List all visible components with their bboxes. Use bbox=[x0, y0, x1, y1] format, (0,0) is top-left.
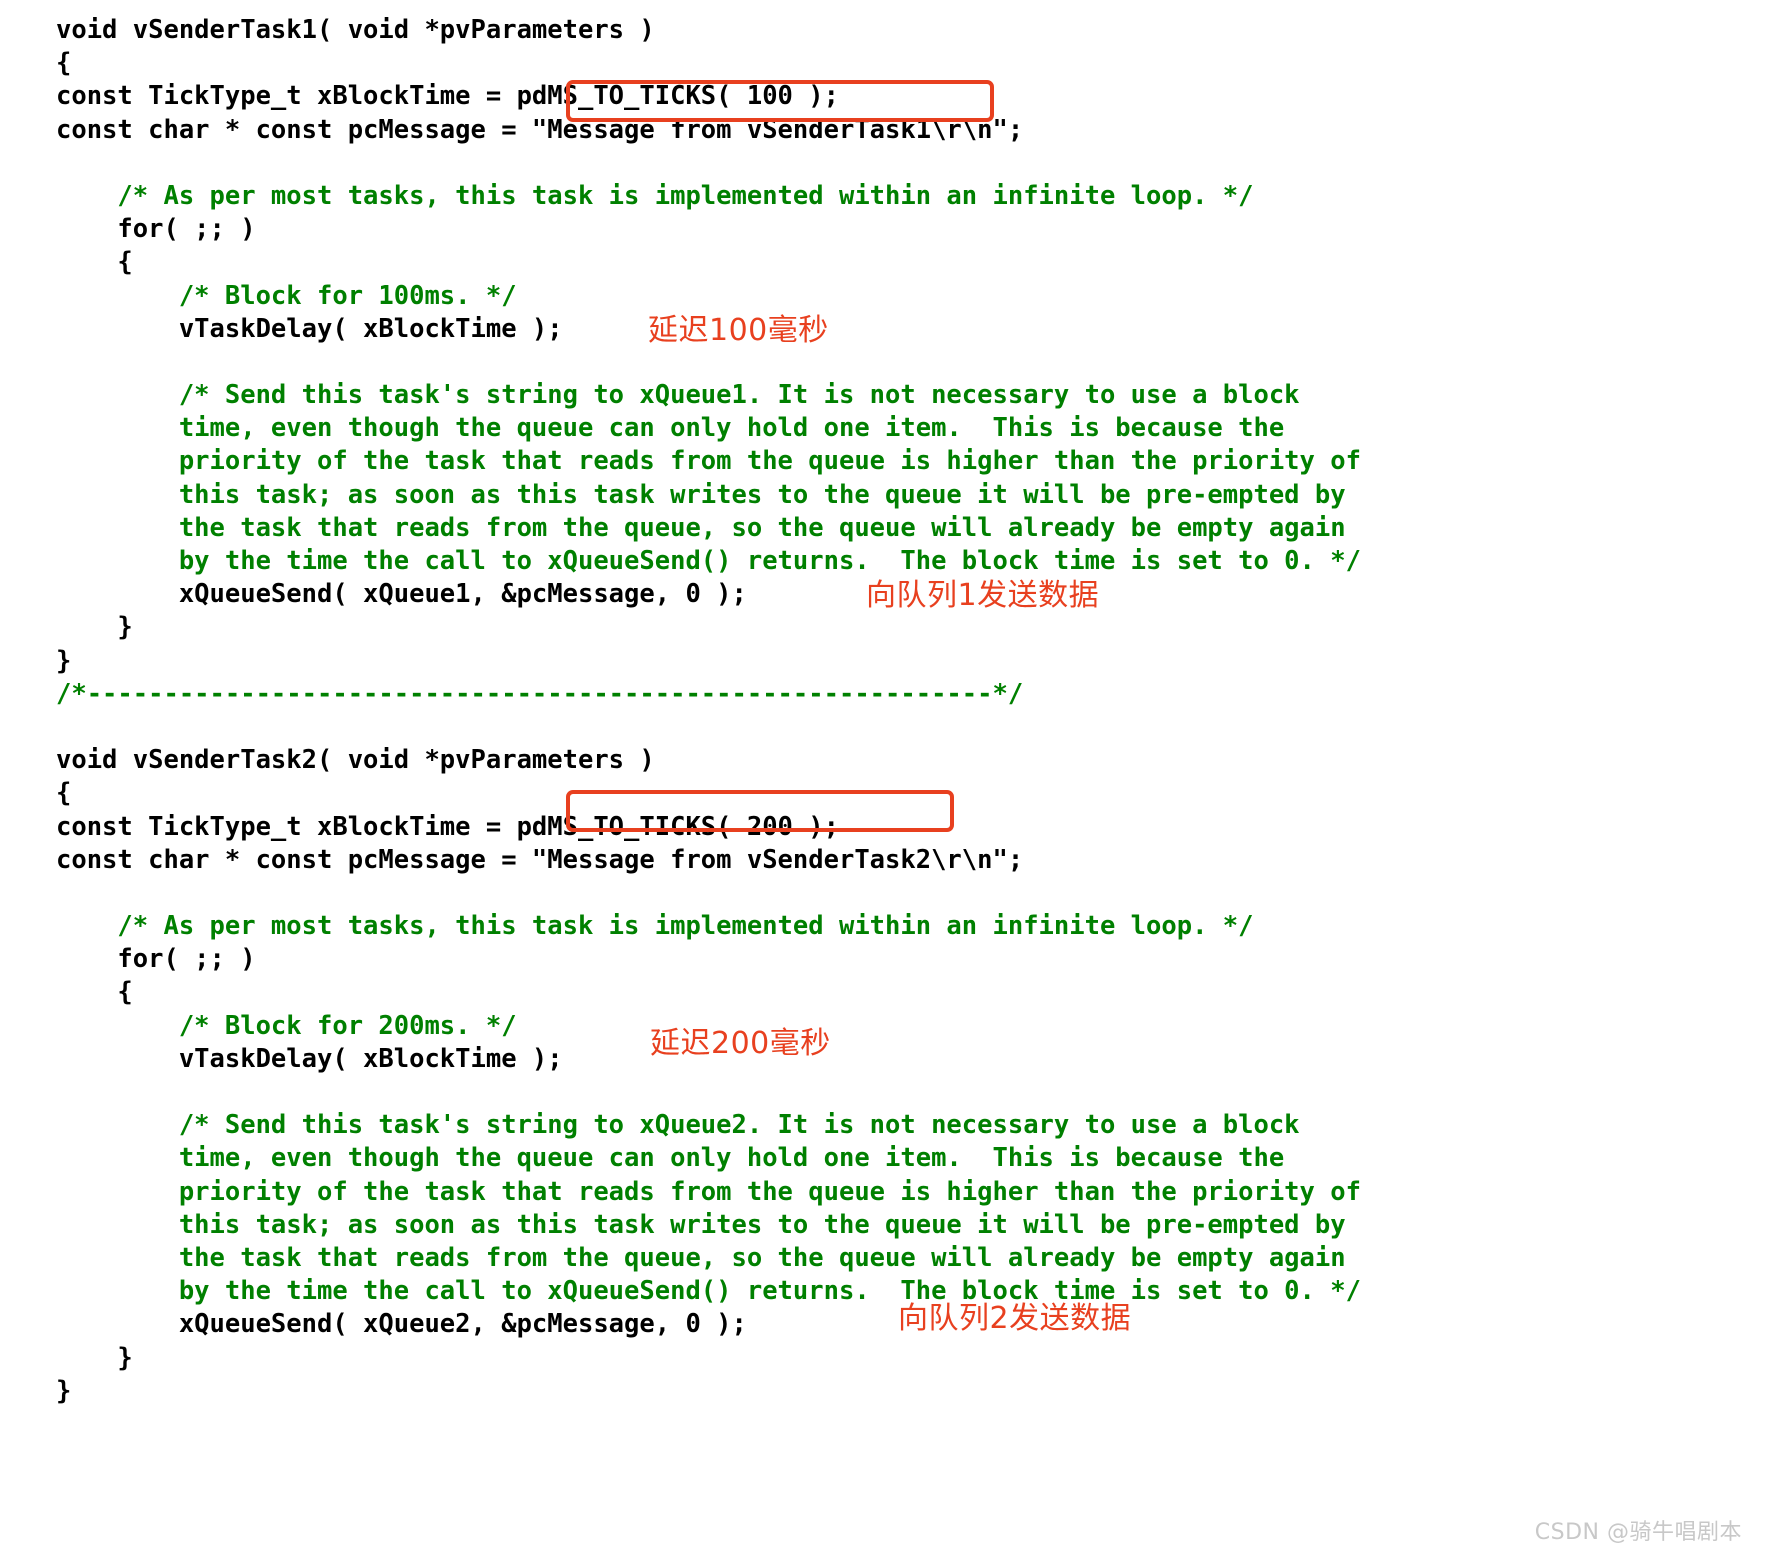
code-line-comment: /* Send this task's string to xQueue2. I… bbox=[56, 1110, 1300, 1141]
code-line-comment: /* As per most tasks, this task is imple… bbox=[56, 911, 1254, 942]
code-line: xQueueSend( xQueue2, &pcMessage, 0 ); bbox=[56, 1309, 747, 1340]
csdn-watermark: CSDN @骑牛唱剧本 bbox=[1534, 1520, 1742, 1545]
annotation-delay-200ms: 延迟200毫秒 bbox=[650, 1026, 831, 1061]
code-line: } bbox=[56, 1375, 72, 1406]
code-line: for( ;; ) bbox=[56, 214, 256, 245]
code-line: vTaskDelay( xBlockTime ); bbox=[56, 1043, 563, 1074]
code-line-comment: /* Send this task's string to xQueue1. I… bbox=[56, 380, 1300, 411]
code-line: void vSenderTask1( void *pvParameters ) bbox=[56, 15, 655, 45]
code-line: const char * const pcMessage = "Message … bbox=[56, 114, 1024, 145]
code-line: { bbox=[56, 48, 72, 79]
code-line-comment: /* Block for 200ms. */ bbox=[56, 1010, 517, 1041]
code-line-separator: /*--------------------------------------… bbox=[56, 678, 1024, 709]
code-listing: void vSenderTask1( void *pvParameters ) … bbox=[0, 0, 1766, 1560]
code-line: for( ;; ) bbox=[56, 944, 256, 975]
code-line: const char * const pcMessage = "Message … bbox=[56, 844, 1024, 875]
code-line-comment: time, even though the queue can only hol… bbox=[56, 413, 1285, 444]
code-line: void vSenderTask2( void *pvParameters ) bbox=[56, 745, 655, 776]
code-line-comment: by the time the call to xQueueSend() ret… bbox=[56, 1276, 1361, 1307]
code-line-comment: /* As per most tasks, this task is imple… bbox=[56, 180, 1254, 211]
code-line-comment: time, even though the queue can only hol… bbox=[56, 1143, 1285, 1174]
code-line: { bbox=[56, 247, 133, 278]
code-line-comment: the task that reads from the queue, so t… bbox=[56, 1242, 1346, 1273]
annotation-send-to-queue-2: 向队列2发送数据 bbox=[898, 1301, 1132, 1336]
code-line: } bbox=[56, 1342, 133, 1373]
code-line-comment: this task; as soon as this task writes t… bbox=[56, 1209, 1346, 1240]
code-line-comment: /* Block for 100ms. */ bbox=[56, 280, 517, 311]
code-line: { bbox=[56, 977, 133, 1008]
code-line: } bbox=[56, 645, 72, 676]
code-line-comment: this task; as soon as this task writes t… bbox=[56, 479, 1346, 510]
code-line: const TickType_t xBlockTime = pdMS_TO_TI… bbox=[56, 811, 839, 842]
annotation-send-to-queue-1: 向队列1发送数据 bbox=[866, 578, 1100, 613]
code-line: vTaskDelay( xBlockTime ); bbox=[56, 313, 563, 344]
annotation-delay-100ms: 延迟100毫秒 bbox=[648, 313, 829, 348]
code-line: } bbox=[56, 612, 133, 643]
code-line: const TickType_t xBlockTime = pdMS_TO_TI… bbox=[56, 81, 839, 112]
code-line-comment: the task that reads from the queue, so t… bbox=[56, 512, 1346, 543]
code-line-comment: priority of the task that reads from the… bbox=[56, 446, 1361, 477]
code-line-comment: priority of the task that reads from the… bbox=[56, 1176, 1361, 1207]
code-line: { bbox=[56, 778, 72, 809]
